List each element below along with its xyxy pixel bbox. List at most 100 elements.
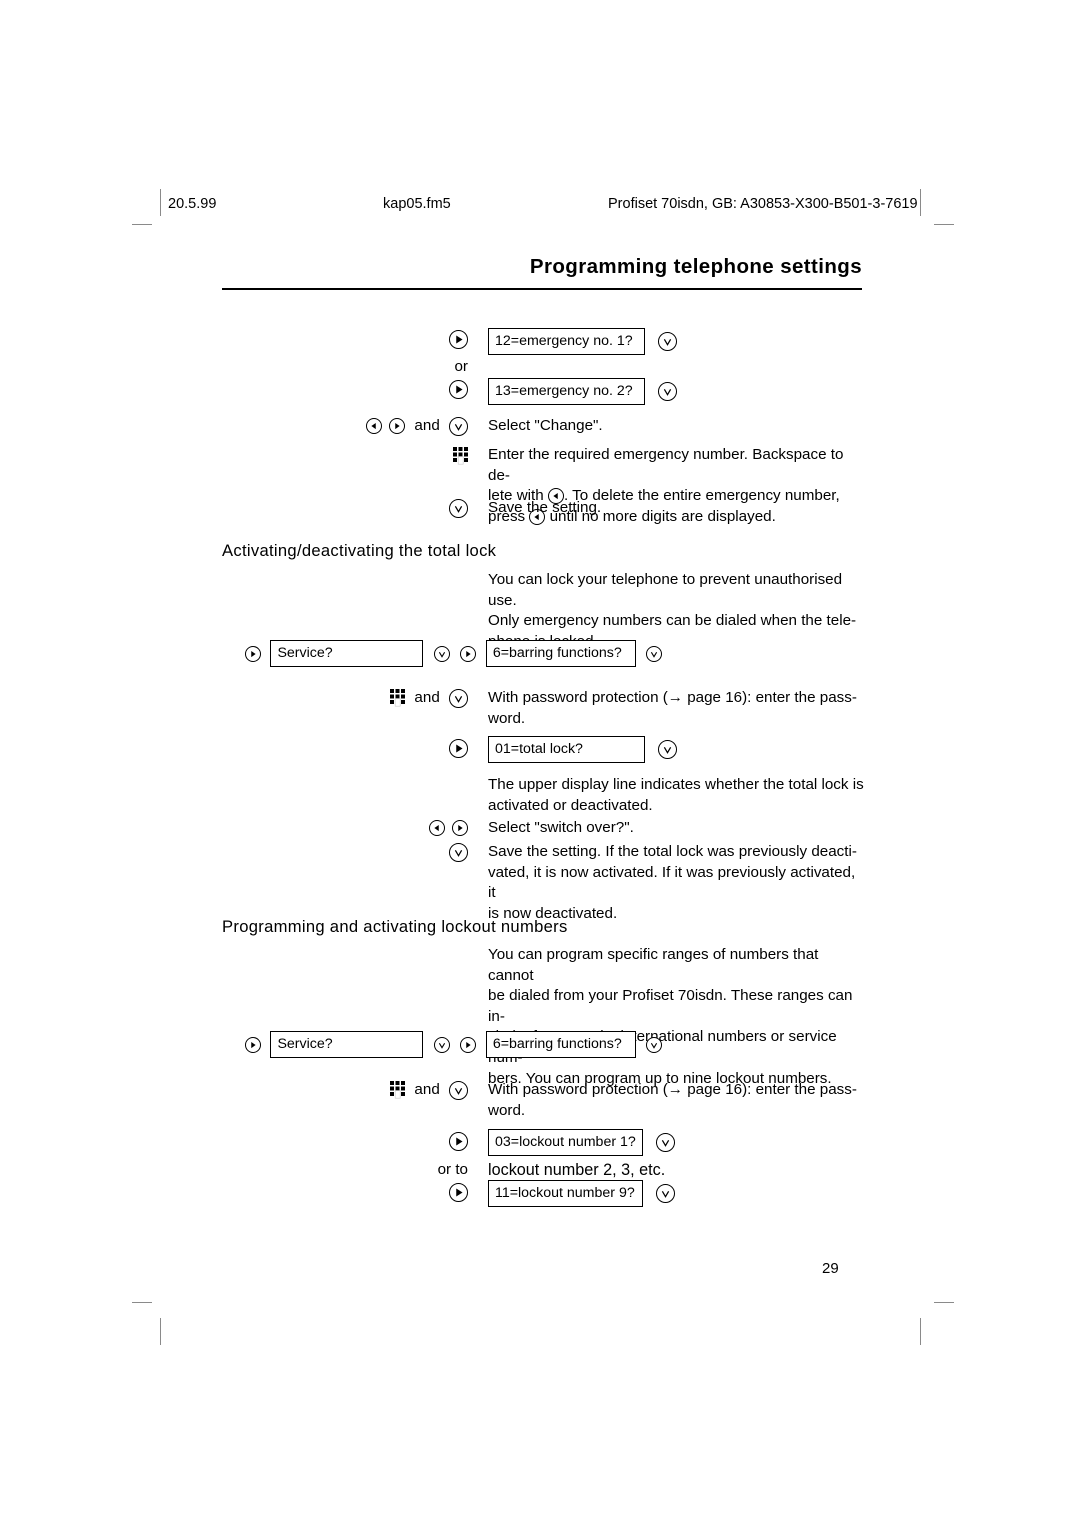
keypad-digits-icon[interactable] <box>390 688 406 708</box>
cross-reference-arrow-icon: → <box>667 1081 683 1098</box>
step-gutter <box>360 1183 468 1204</box>
check-confirm-button-icon[interactable] <box>449 688 468 708</box>
step-body: Save the setting. <box>488 498 864 519</box>
crop-mark-bottom-left-vertical <box>160 1318 161 1345</box>
crop-mark-top-right-horizontal <box>934 224 954 225</box>
gutter-and-label: and <box>414 1081 440 1098</box>
total-lock-display-note: The upper display line indicates whether… <box>488 775 864 816</box>
step-text-line-2: word. <box>488 1101 526 1119</box>
right-arrow-button-icon[interactable] <box>449 739 468 759</box>
running-head-date: 20.5.99 <box>168 196 217 212</box>
crop-mark-top-right-vertical <box>920 189 921 216</box>
step-text-before: With password protection ( <box>488 689 668 706</box>
or-to-label: or to <box>437 1161 468 1178</box>
step-body: Save the setting. If the total lock was … <box>488 842 864 924</box>
gutter-and-label: and <box>414 689 440 706</box>
display-field: 12=emergency no. 1? <box>488 328 645 355</box>
crop-mark-top-left-horizontal <box>132 224 152 225</box>
running-head-filename: kap05.fm5 <box>383 196 451 212</box>
section-heading-total-lock: Activating/deactivating the total lock <box>222 541 497 560</box>
check-confirm-button-icon[interactable] <box>433 645 450 662</box>
display-field: 11=lockout number 9? <box>488 1180 643 1207</box>
crop-mark-bottom-right-vertical <box>920 1318 921 1345</box>
check-confirm-button-icon[interactable] <box>658 332 678 351</box>
right-arrow-button-icon[interactable] <box>449 1132 468 1152</box>
connector-label: or <box>454 358 468 375</box>
running-head: 20.5.99 kap05.fm5 Profiset 70isdn, GB: A… <box>168 193 920 215</box>
check-confirm-button-icon[interactable] <box>433 1036 450 1053</box>
step-body: Select "switch over?". <box>488 818 864 839</box>
right-arrow-button-icon[interactable] <box>460 645 477 662</box>
step-body: 01=total lock? <box>488 736 864 763</box>
check-confirm-button-icon[interactable] <box>656 1133 676 1152</box>
step-text-line-2: vated, it is now activated. If it was pr… <box>488 863 856 902</box>
service-menu-row-lockout: Service? 6=barring functions? <box>245 1031 663 1058</box>
connector-or-emergency: or <box>360 358 468 375</box>
right-arrow-button-icon[interactable] <box>389 418 406 435</box>
step-text: Select "Change". <box>488 417 603 434</box>
left-arrow-button-icon[interactable] <box>428 819 445 836</box>
step-gutter <box>360 739 468 760</box>
step-body: Select "Change". <box>488 416 864 437</box>
keypad-digits-icon[interactable] <box>390 1080 406 1100</box>
check-confirm-button-icon[interactable] <box>646 645 663 662</box>
step-body: 11=lockout number 9? <box>488 1180 864 1207</box>
paragraph-line: Only emergency numbers can be dialed whe… <box>488 612 857 630</box>
title-rule-divider <box>222 288 862 290</box>
right-arrow-button-icon[interactable] <box>449 380 468 400</box>
crop-mark-bottom-left-horizontal <box>132 1302 152 1303</box>
check-confirm-button-icon[interactable] <box>449 843 468 863</box>
step-text: Select "switch over?". <box>488 819 634 836</box>
right-arrow-button-icon[interactable] <box>245 1036 261 1053</box>
paragraph-line: The upper display line indicates whether… <box>488 776 864 793</box>
step-gutter: or to <box>360 1160 468 1181</box>
display-field: 13=emergency no. 2? <box>488 378 645 405</box>
keypad-digits-icon[interactable] <box>453 447 468 466</box>
paragraph-line: activated or deactivated. <box>488 796 653 814</box>
check-confirm-button-icon[interactable] <box>449 499 468 519</box>
display-field: 03=lockout number 1? <box>488 1129 643 1156</box>
right-arrow-button-icon[interactable] <box>460 1036 477 1053</box>
step-body: With password protection (→ page 16): en… <box>488 688 864 729</box>
step-gutter <box>360 818 468 839</box>
step-gutter: and <box>350 1080 468 1101</box>
check-confirm-button-icon[interactable] <box>656 1184 676 1203</box>
step-body: 03=lockout number 1? <box>488 1129 864 1156</box>
crop-mark-top-left-vertical <box>160 189 161 216</box>
right-arrow-button-icon[interactable] <box>452 819 468 836</box>
page-title: Programming telephone settings <box>529 255 862 278</box>
check-confirm-button-icon[interactable] <box>658 382 678 401</box>
step-gutter <box>360 447 468 468</box>
step-text-line-1: Save the setting. If the total lock was … <box>488 843 857 860</box>
right-arrow-button-icon[interactable] <box>245 645 261 662</box>
step-body: With password protection (→ page 16): en… <box>488 1080 864 1121</box>
step-body: lockout number 2, 3, etc. <box>488 1160 864 1181</box>
step-text: lockout number 2, 3, etc. <box>488 1161 666 1179</box>
check-confirm-button-icon[interactable] <box>658 740 678 759</box>
display-field: 01=total lock? <box>488 736 645 763</box>
section-heading-lockout-numbers: Programming and activating lockout numbe… <box>222 917 568 936</box>
service-menu-row-total-lock: Service? 6=barring functions? <box>245 640 663 667</box>
right-arrow-button-icon[interactable] <box>449 330 468 350</box>
step-gutter <box>360 1132 468 1153</box>
check-confirm-button-icon[interactable] <box>646 1036 663 1053</box>
step-text: Save the setting. <box>488 499 602 516</box>
display-field-barring-functions: 6=barring functions? <box>485 1031 636 1058</box>
step-gutter <box>360 499 468 520</box>
display-field-barring-functions: 6=barring functions? <box>485 640 636 667</box>
paragraph-line: be dialed from your Profiset 70isdn. The… <box>488 987 853 1025</box>
step-text-line-1: Enter the required emergency number. Bac… <box>488 446 844 484</box>
display-field-service: Service? <box>270 1031 424 1058</box>
lockout-intro-paragraph: You can program specific ranges of numbe… <box>488 945 864 1089</box>
crop-mark-bottom-right-horizontal <box>934 1302 954 1303</box>
step-body: 13=emergency no. 2? <box>488 378 864 405</box>
check-confirm-button-icon[interactable] <box>449 1080 468 1100</box>
paragraph-line: You can lock your telephone to prevent u… <box>488 571 843 609</box>
check-confirm-button-icon[interactable] <box>449 416 468 436</box>
right-arrow-button-icon[interactable] <box>449 1183 468 1203</box>
left-arrow-button-icon[interactable] <box>365 418 382 435</box>
display-field-service: Service? <box>270 640 424 667</box>
running-head-document-id: Profiset 70isdn, GB: A30853-X300-B501-3-… <box>608 196 918 212</box>
page-number: 29 <box>822 1260 839 1277</box>
step-text-line-2: word. <box>488 709 526 727</box>
